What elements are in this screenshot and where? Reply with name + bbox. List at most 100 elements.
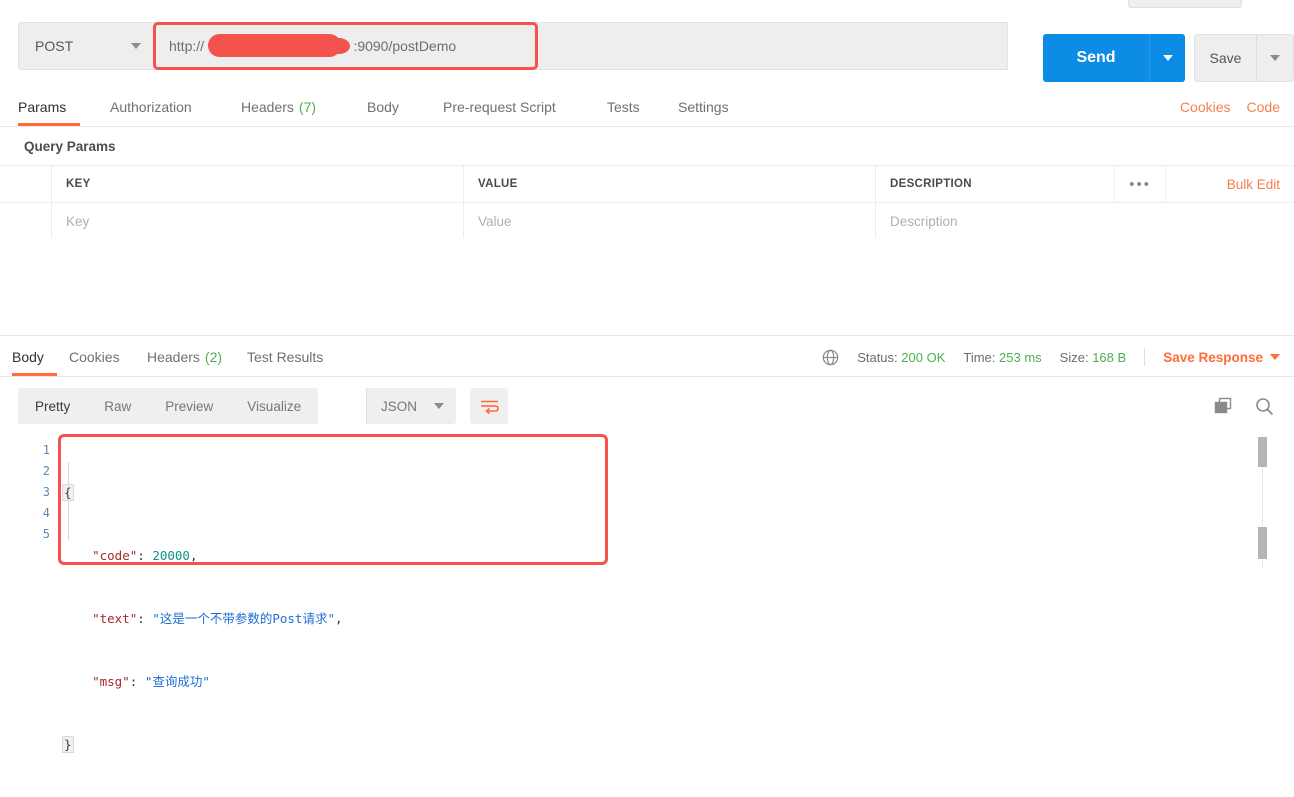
word-wrap-button[interactable] — [470, 388, 508, 424]
line-number: 3 — [42, 485, 50, 499]
more-options-icon[interactable]: ••• — [1114, 166, 1166, 202]
response-status-bar: Status: 200 OK Time: 253 ms Size: 168 B … — [822, 338, 1280, 376]
select-all-cell[interactable] — [0, 166, 52, 202]
json-value-msg: "查询成功" — [144, 674, 210, 689]
row-value-input[interactable]: Value — [464, 203, 876, 239]
code-line-1: { — [62, 482, 343, 503]
json-key-code: "code" — [92, 548, 138, 563]
request-url-bar: POST http://XXXXXXXXXXXXXXXX:9090/postDe… — [0, 12, 1294, 82]
tab-authorization[interactable]: Authorization — [110, 88, 192, 126]
row-value-placeholder: Value — [478, 213, 512, 229]
save-options-button[interactable] — [1256, 34, 1294, 82]
column-header-value: VALUE — [464, 166, 876, 202]
tab-params[interactable]: Params — [18, 88, 80, 126]
url-input[interactable]: http://XXXXXXXXXXXXXXXX:9090/postDemo — [153, 22, 1008, 70]
column-header-description: DESCRIPTION ••• Bulk Edit — [876, 166, 1294, 202]
query-params-table: KEY VALUE DESCRIPTION ••• Bulk Edit Key … — [0, 165, 1294, 240]
search-icon[interactable] — [1255, 397, 1274, 416]
row-key-input[interactable]: Key — [52, 203, 464, 239]
http-method-label: POST — [35, 38, 74, 54]
tab-settings[interactable]: Settings — [678, 88, 729, 126]
status-label: Status: — [857, 349, 898, 365]
json-key-msg: "msg" — [92, 674, 130, 689]
status-value: 200 OK — [901, 349, 946, 365]
tab-params-label: Params — [18, 99, 67, 115]
response-tab-cookies[interactable]: Cookies — [69, 338, 120, 376]
table-row: Key Value Description — [0, 203, 1294, 240]
tab-body[interactable]: Body — [367, 88, 399, 126]
chevron-down-icon — [434, 403, 444, 409]
tab-headers-label: Headers — [241, 99, 294, 115]
column-header-description-label: DESCRIPTION — [890, 178, 972, 190]
column-header-key-label: KEY — [66, 178, 91, 190]
column-header-key: KEY — [52, 166, 464, 202]
http-method-selector[interactable]: POST — [18, 22, 153, 70]
response-scrollbar-thumb[interactable] — [1258, 437, 1267, 467]
json-value-text: "这是一个不带参数的Post请求" — [152, 611, 335, 626]
tab-pre-request-script[interactable]: Pre-request Script — [443, 88, 556, 126]
divider — [1144, 348, 1146, 366]
redaction-marker-host — [208, 34, 350, 57]
view-visualize[interactable]: Visualize — [230, 388, 318, 424]
response-tab-test-results-label: Test Results — [247, 349, 324, 365]
view-pretty[interactable]: Pretty — [18, 388, 87, 424]
request-tab-links: Cookies Code — [1180, 88, 1280, 126]
response-format-selector[interactable]: JSON — [366, 388, 456, 424]
response-tab-cookies-label: Cookies — [69, 349, 120, 365]
response-tab-bar: Body Cookies Headers (2) Test Results St… — [0, 338, 1294, 377]
response-tab-test-results[interactable]: Test Results — [247, 338, 323, 376]
size-label: Size: — [1059, 349, 1089, 365]
chevron-down-icon — [1162, 55, 1173, 61]
line-number: 2 — [42, 464, 50, 478]
top-partial-button[interactable] — [1128, 0, 1242, 8]
line-number: 4 — [42, 506, 50, 520]
row-checkbox-cell[interactable] — [0, 203, 52, 239]
bulk-edit-button[interactable]: Bulk Edit — [1227, 166, 1280, 202]
chevron-down-icon — [131, 43, 141, 49]
query-params-title: Query Params — [24, 138, 116, 154]
params-empty-area — [0, 238, 1294, 336]
url-suffix: :9090/postDemo — [353, 38, 457, 54]
line-number-gutter: 1 2 3 4 5 — [0, 440, 50, 545]
response-format-label: JSON — [381, 398, 418, 414]
save-response-label: Save Response — [1163, 349, 1263, 365]
tab-headers[interactable]: Headers (7) — [241, 88, 316, 126]
tab-body-label: Body — [367, 99, 399, 115]
size-value: 168 B — [1092, 349, 1127, 365]
view-raw[interactable]: Raw — [87, 388, 148, 424]
tab-tests[interactable]: Tests — [607, 88, 640, 126]
size-badge: Size: 168 B — [1060, 350, 1127, 365]
time-label: Time: — [963, 349, 996, 365]
copy-icon[interactable] — [1214, 397, 1233, 415]
save-response-button[interactable]: Save Response — [1163, 350, 1280, 365]
response-tab-headers[interactable]: Headers (2) — [147, 338, 222, 376]
close-brace: } — [62, 736, 74, 753]
window-top-strip — [0, 0, 1294, 12]
response-scrollbar-thumb-secondary[interactable] — [1258, 527, 1267, 559]
response-body-toolbar: Pretty Raw Preview Visualize JSON — [0, 382, 1294, 432]
line-number: 1 — [42, 443, 50, 457]
cookies-link[interactable]: Cookies — [1180, 99, 1231, 115]
json-key-text: "text" — [92, 611, 138, 626]
row-description-input[interactable]: Description — [876, 203, 1294, 239]
status-badge: Status: 200 OK — [857, 350, 945, 365]
response-tab-body[interactable]: Body — [12, 338, 57, 376]
globe-icon — [822, 349, 839, 366]
response-body-viewer[interactable]: 1 2 3 4 5 { "code": 20000, "text": "这是一个… — [0, 432, 1294, 753]
row-description-placeholder: Description — [890, 213, 958, 229]
send-button[interactable]: Send — [1043, 34, 1149, 82]
response-body-actions — [1214, 388, 1274, 424]
time-badge: Time: 253 ms — [963, 350, 1041, 365]
tab-tests-label: Tests — [607, 99, 640, 115]
json-value-code: 20000 — [152, 548, 190, 563]
tab-authorization-label: Authorization — [110, 99, 192, 115]
send-options-button[interactable] — [1149, 34, 1185, 82]
tab-settings-label: Settings — [678, 99, 729, 115]
code-line-4: "msg": "查询成功" — [92, 674, 210, 689]
response-view-switcher: Pretty Raw Preview Visualize — [18, 388, 319, 424]
response-tab-headers-label: Headers — [147, 349, 200, 365]
save-request-button[interactable]: Save — [1194, 34, 1256, 82]
code-link[interactable]: Code — [1247, 99, 1280, 115]
view-preview[interactable]: Preview — [148, 388, 230, 424]
code-line-2: "code": 20000, — [92, 548, 198, 563]
